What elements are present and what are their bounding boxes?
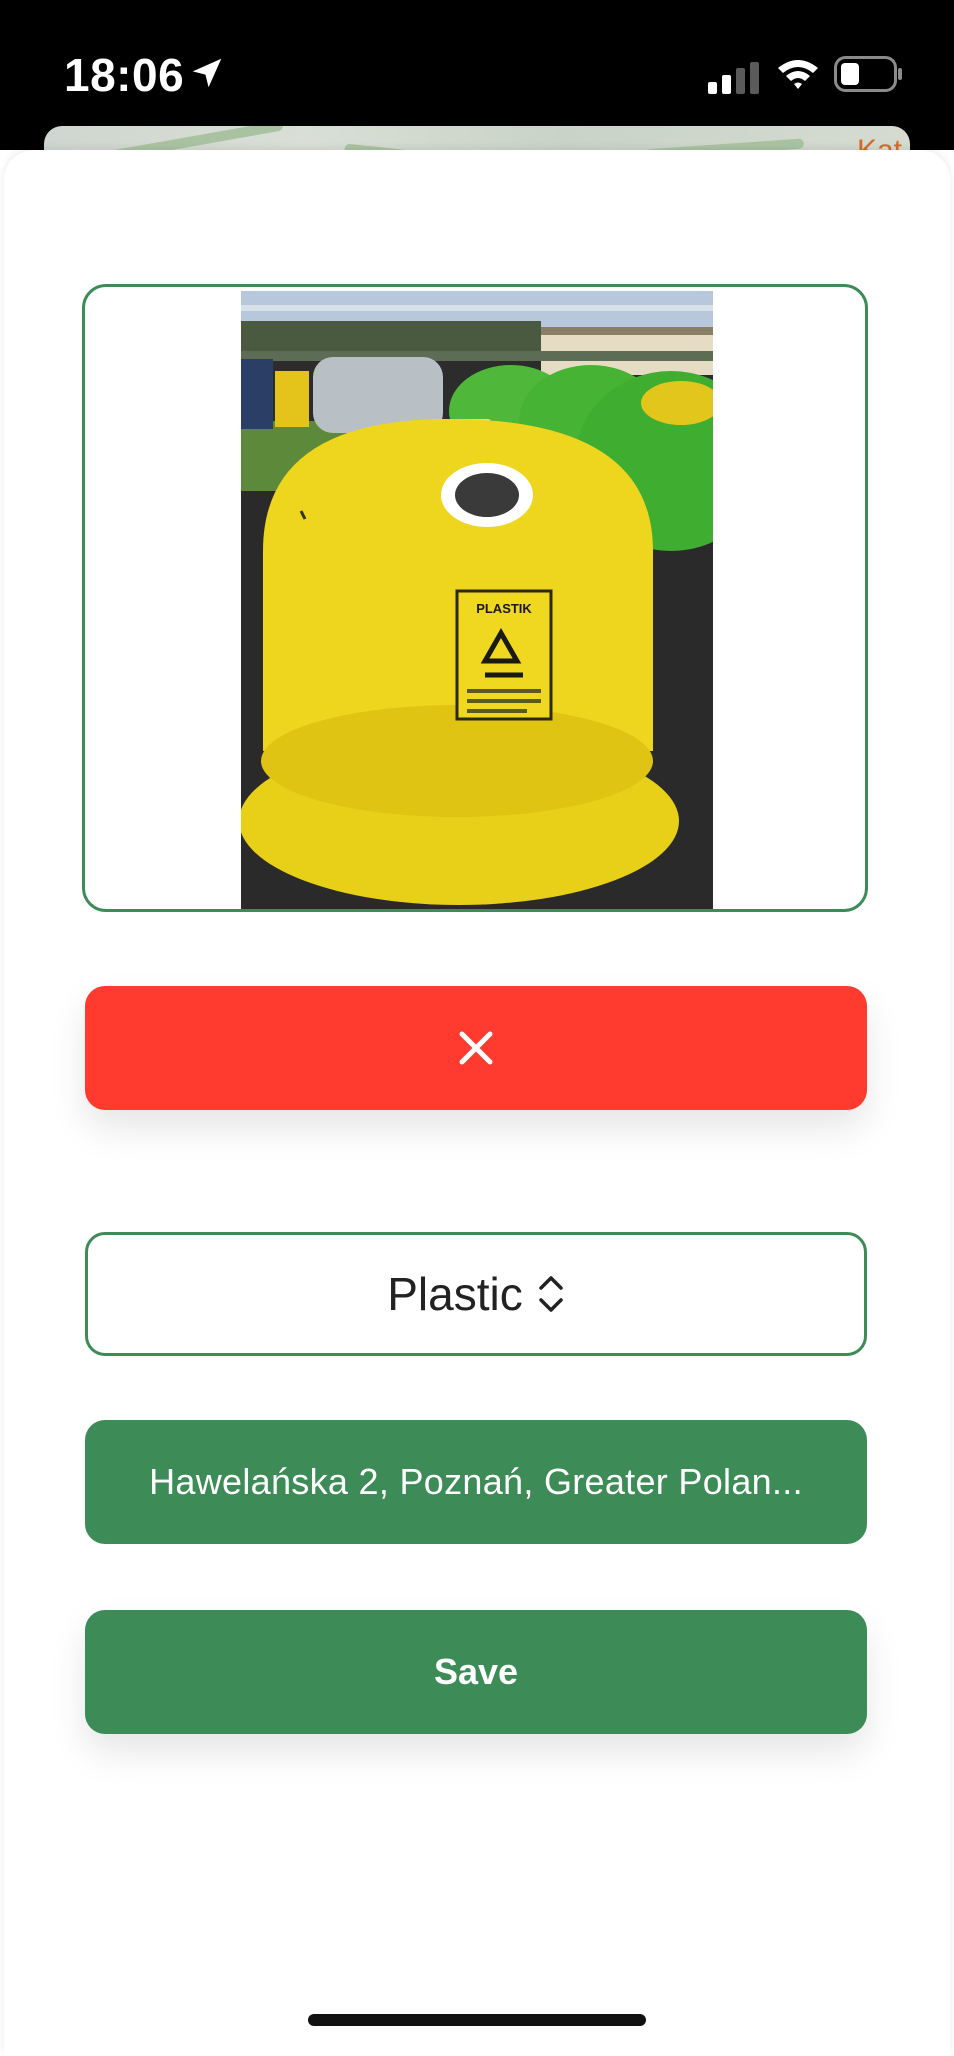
chevron-up-down-icon [538, 1276, 563, 1312]
photo-frame: PLASTIK [82, 284, 868, 912]
waste-type-selected: Plastic [387, 1268, 523, 1320]
save-button[interactable]: Save [85, 1610, 867, 1734]
address-button[interactable]: Hawelańska 2, Poznań, Greater Polan... [85, 1420, 867, 1544]
cellular-signal-icon [708, 62, 759, 94]
home-indicator [308, 2014, 646, 2026]
location-arrow-icon [192, 58, 222, 88]
screen: 18:06 Kat [0, 0, 954, 2056]
waste-type-picker[interactable]: Plastic [85, 1232, 867, 1356]
container-photo: PLASTIK [241, 291, 713, 909]
address-label: Hawelańska 2, Poznań, Greater Polan... [149, 1461, 803, 1502]
battery-icon [834, 56, 902, 92]
status-time: 18:06 [64, 49, 185, 101]
wifi-icon [778, 60, 818, 89]
save-label: Save [433, 1651, 519, 1692]
plastik-sign-text: PLASTIK [476, 601, 532, 616]
close-icon [459, 1031, 493, 1065]
close-button[interactable] [85, 986, 867, 1110]
